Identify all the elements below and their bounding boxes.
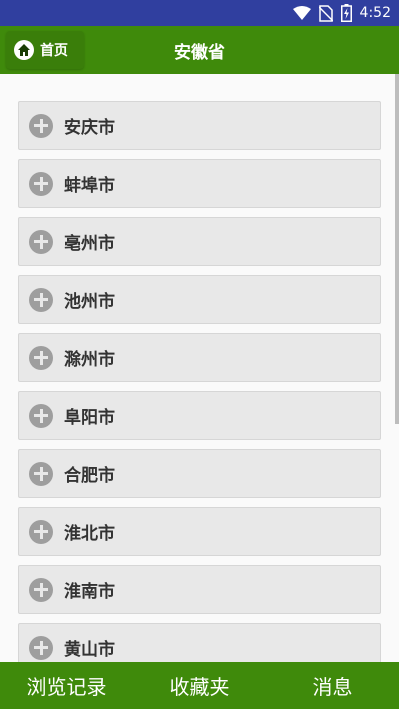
- expand-plus-icon: [29, 113, 53, 138]
- nav-history[interactable]: 浏览记录: [0, 671, 133, 700]
- no-sim-icon: [318, 4, 333, 22]
- nav-favorites[interactable]: 收藏夹: [133, 671, 266, 700]
- expand-plus-icon: [29, 171, 53, 196]
- expand-plus-icon: [29, 635, 53, 660]
- page-title: 安徽省: [174, 43, 225, 63]
- nav-messages[interactable]: 消息: [266, 671, 399, 700]
- status-icons: 4:52: [292, 4, 391, 22]
- list-item[interactable]: 蚌埠市: [18, 159, 381, 208]
- list-item-label: 阜阳市: [64, 408, 115, 428]
- battery-icon: [340, 4, 352, 22]
- list-item[interactable]: 合肥市: [18, 449, 381, 498]
- bottom-nav: 浏览记录 收藏夹 消息: [0, 662, 399, 709]
- list-item-label: 滁州市: [64, 350, 115, 370]
- status-bar: 4:52: [0, 0, 399, 26]
- list-item-label: 黄山市: [64, 640, 115, 660]
- list-item[interactable]: 滁州市: [18, 333, 381, 382]
- city-list-container[interactable]: 安庆市 蚌埠市 亳州市 池州市 滁州市 阜阳市 合肥市 淮北市 淮南市 黄山市: [0, 74, 399, 662]
- list-item-label: 安庆市: [64, 118, 115, 138]
- list-item[interactable]: 安庆市: [18, 101, 381, 150]
- list-item[interactable]: 淮北市: [18, 507, 381, 556]
- list-item-label: 淮北市: [64, 524, 115, 544]
- app-bar: 首页 安徽省: [0, 26, 399, 74]
- city-list: 安庆市 蚌埠市 亳州市 池州市 滁州市 阜阳市 合肥市 淮北市 淮南市 黄山市: [18, 101, 381, 662]
- scrollbar[interactable]: [395, 74, 399, 424]
- expand-plus-icon: [29, 229, 53, 254]
- expand-plus-icon: [29, 519, 53, 544]
- list-item-label: 合肥市: [64, 466, 115, 486]
- expand-plus-icon: [29, 577, 53, 602]
- list-item[interactable]: 亳州市: [18, 217, 381, 266]
- expand-plus-icon: [29, 345, 53, 370]
- list-item[interactable]: 淮南市: [18, 565, 381, 614]
- list-item[interactable]: 黄山市: [18, 623, 381, 662]
- expand-plus-icon: [29, 287, 53, 312]
- status-time: 4:52: [359, 5, 391, 21]
- list-item-label: 淮南市: [64, 582, 115, 602]
- list-item-label: 亳州市: [64, 234, 115, 254]
- list-item[interactable]: 池州市: [18, 275, 381, 324]
- expand-plus-icon: [29, 461, 53, 486]
- list-item[interactable]: 阜阳市: [18, 391, 381, 440]
- expand-plus-icon: [29, 403, 53, 428]
- list-item-label: 蚌埠市: [64, 176, 115, 196]
- wifi-icon: [292, 5, 311, 20]
- list-item-label: 池州市: [64, 292, 115, 312]
